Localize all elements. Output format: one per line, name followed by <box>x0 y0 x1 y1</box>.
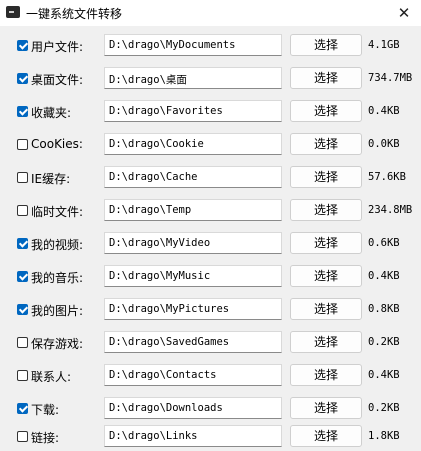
folder-label: 联系人: <box>31 370 72 384</box>
folder-size: 234.8MB <box>368 204 413 216</box>
folder-label: 我的视频: <box>31 238 84 252</box>
folder-size: 0.2KB <box>368 336 400 348</box>
folder-row: 用户文件: D:\drago\MyDocuments 选择 4.1GB <box>0 34 421 58</box>
select-button[interactable]: 选择 <box>290 100 362 122</box>
folder-checkbox[interactable] <box>17 370 28 381</box>
folder-checkbox[interactable] <box>17 172 28 183</box>
folder-size: 4.1GB <box>368 39 400 51</box>
folder-size: 0.4KB <box>368 270 400 282</box>
folder-size: 0.8KB <box>368 303 400 315</box>
folder-label: 临时文件: <box>31 205 84 219</box>
folder-label: 我的音乐: <box>31 271 84 285</box>
folder-size: 0.2KB <box>368 402 400 414</box>
select-button[interactable]: 选择 <box>290 397 362 419</box>
path-input[interactable]: D:\drago\MyDocuments <box>104 34 282 56</box>
folder-row: 下载: D:\drago\Downloads 选择 0.2KB <box>0 397 421 421</box>
close-icon[interactable]: ✕ <box>387 0 421 26</box>
path-input[interactable]: D:\drago\Favorites <box>104 100 282 122</box>
folder-checkbox[interactable] <box>17 271 28 282</box>
folder-row: 收藏夹: D:\drago\Favorites 选择 0.4KB <box>0 100 421 124</box>
path-input[interactable]: D:\drago\MyPictures <box>104 298 282 320</box>
folder-checkbox[interactable] <box>17 139 28 150</box>
folder-checkbox[interactable] <box>17 73 28 84</box>
folder-size: 0.0KB <box>368 138 400 150</box>
folder-row: IE缓存: D:\drago\Cache 选择 57.6KB <box>0 166 421 190</box>
folder-row: CooKies: D:\drago\Cookie 选择 0.0KB <box>0 133 421 157</box>
app-icon <box>6 6 20 18</box>
folder-label: 收藏夹: <box>31 106 72 120</box>
folder-row: 保存游戏: D:\drago\SavedGames 选择 0.2KB <box>0 331 421 355</box>
select-button[interactable]: 选择 <box>290 232 362 254</box>
path-input[interactable]: D:\drago\Contacts <box>104 364 282 386</box>
path-input[interactable]: D:\drago\Cookie <box>104 133 282 155</box>
select-button[interactable]: 选择 <box>290 425 362 447</box>
folder-checkbox[interactable] <box>17 40 28 51</box>
folder-size: 734.7MB <box>368 72 413 84</box>
folder-row: 链接: D:\drago\Links 选择 1.8KB <box>0 425 421 449</box>
folder-label: CooKies: <box>31 137 83 151</box>
folder-row: 联系人: D:\drago\Contacts 选择 0.4KB <box>0 364 421 388</box>
folder-label: 链接: <box>31 431 60 445</box>
select-button[interactable]: 选择 <box>290 364 362 386</box>
folder-label: 保存游戏: <box>31 337 84 351</box>
folder-size: 0.6KB <box>368 237 400 249</box>
select-button[interactable]: 选择 <box>290 166 362 188</box>
select-button[interactable]: 选择 <box>290 265 362 287</box>
path-input[interactable]: D:\drago\桌面 <box>104 67 282 89</box>
folder-row: 我的视频: D:\drago\MyVideo 选择 0.6KB <box>0 232 421 256</box>
folder-checkbox[interactable] <box>17 304 28 315</box>
select-button[interactable]: 选择 <box>290 133 362 155</box>
folder-label: 用户文件: <box>31 40 84 54</box>
folder-checkbox[interactable] <box>17 205 28 216</box>
path-input[interactable]: D:\drago\MyVideo <box>104 232 282 254</box>
folder-row: 桌面文件: D:\drago\桌面 选择 734.7MB <box>0 67 421 91</box>
path-input[interactable]: D:\drago\Cache <box>104 166 282 188</box>
folder-checkbox[interactable] <box>17 403 28 414</box>
select-button[interactable]: 选择 <box>290 67 362 89</box>
path-input[interactable]: D:\drago\MyMusic <box>104 265 282 287</box>
folder-size: 0.4KB <box>368 369 400 381</box>
select-button[interactable]: 选择 <box>290 199 362 221</box>
select-button[interactable]: 选择 <box>290 298 362 320</box>
folder-checkbox[interactable] <box>17 238 28 249</box>
folder-row: 临时文件: D:\drago\Temp 选择 234.8MB <box>0 199 421 223</box>
folder-row: 我的图片: D:\drago\MyPictures 选择 0.8KB <box>0 298 421 322</box>
folder-label: 下载: <box>31 403 60 417</box>
path-input[interactable]: D:\drago\Downloads <box>104 397 282 419</box>
folder-size: 1.8KB <box>368 430 400 442</box>
select-button[interactable]: 选择 <box>290 34 362 56</box>
title-bar: 一键系统文件转移 ✕ <box>0 0 421 26</box>
folder-checkbox[interactable] <box>17 431 28 442</box>
folder-size: 57.6KB <box>368 171 406 183</box>
path-input[interactable]: D:\drago\SavedGames <box>104 331 282 353</box>
select-button[interactable]: 选择 <box>290 331 362 353</box>
folder-row: 我的音乐: D:\drago\MyMusic 选择 0.4KB <box>0 265 421 289</box>
folder-size: 0.4KB <box>368 105 400 117</box>
folder-label: IE缓存: <box>31 172 71 186</box>
folder-label: 桌面文件: <box>31 73 84 87</box>
window-title: 一键系统文件转移 <box>26 7 123 21</box>
path-input[interactable]: D:\drago\Links <box>104 425 282 447</box>
folder-checkbox[interactable] <box>17 106 28 117</box>
path-input[interactable]: D:\drago\Temp <box>104 199 282 221</box>
folder-checkbox[interactable] <box>17 337 28 348</box>
folder-label: 我的图片: <box>31 304 84 318</box>
